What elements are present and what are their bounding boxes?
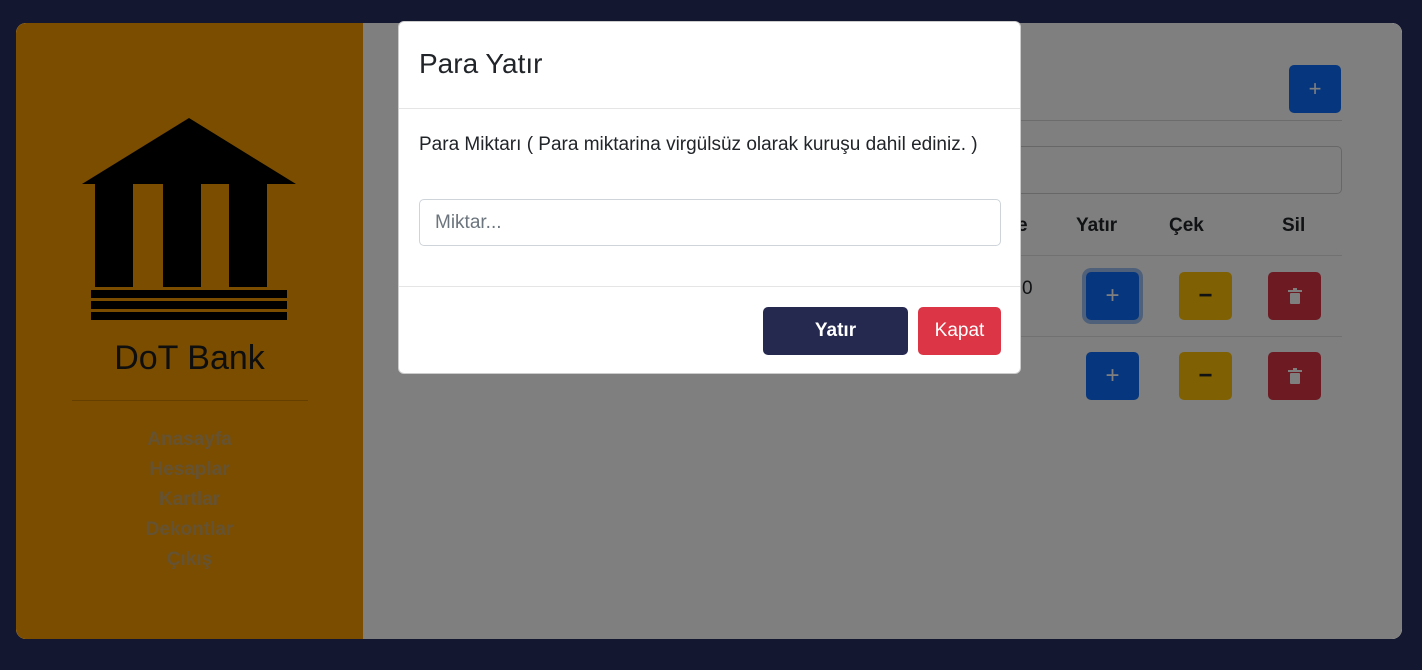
deposit-modal: Para Yatır Para Miktarı ( Para miktarina… <box>398 21 1021 374</box>
modal-footer-divider <box>399 286 1020 287</box>
modal-header-divider <box>399 108 1020 109</box>
amount-label: Para Miktarı ( Para miktarina virgülsüz … <box>419 134 978 155</box>
modal-title: Para Yatır <box>419 48 543 79</box>
deposit-submit-button[interactable]: Yatır <box>763 307 908 355</box>
amount-input[interactable] <box>419 199 1001 246</box>
close-button[interactable]: Kapat <box>918 307 1001 355</box>
